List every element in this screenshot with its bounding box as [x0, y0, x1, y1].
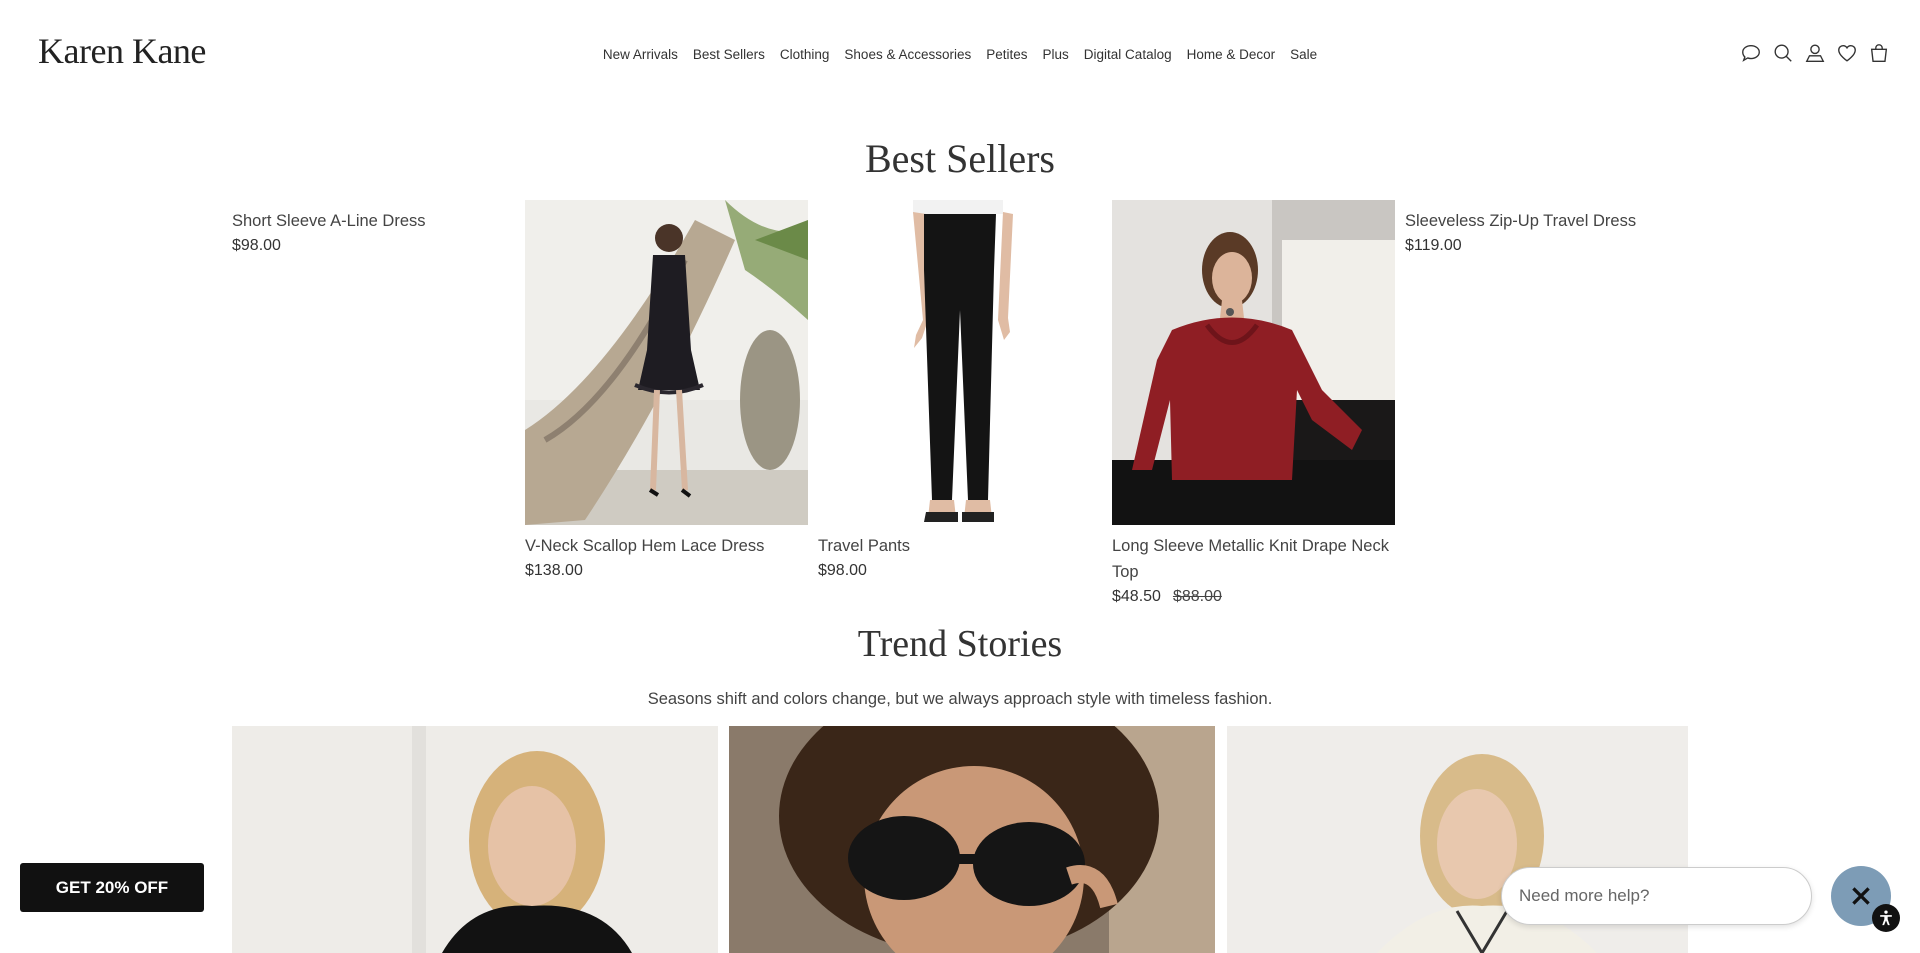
nav-sale[interactable]: Sale: [1283, 47, 1325, 62]
product-card[interactable]: Travel Pants $98.00: [818, 200, 1101, 580]
nav-new-arrivals[interactable]: New Arrivals: [595, 47, 685, 62]
product-card[interactable]: V-Neck Scallop Hem Lace Dress $138.00: [525, 200, 808, 580]
metallic-knit-top-photo: [1112, 200, 1395, 525]
account-icon[interactable]: [1804, 42, 1826, 64]
promo-discount-button[interactable]: GET 20% OFF: [20, 863, 204, 912]
header-icons: [1740, 42, 1890, 64]
trend-story-image[interactable]: [729, 726, 1215, 953]
site-header: Karen Kane New Arrivals Best Sellers Clo…: [0, 0, 1920, 110]
accessibility-button[interactable]: [1872, 904, 1900, 932]
nav-best-sellers[interactable]: Best Sellers: [685, 47, 772, 62]
sale-price: $48.50: [1112, 588, 1161, 605]
nav-digital-catalog[interactable]: Digital Catalog: [1076, 47, 1179, 62]
trend-story-image[interactable]: [232, 726, 718, 953]
trend-stories-title: Trend Stories: [857, 623, 1063, 665]
product-price: $98.00: [818, 562, 867, 579]
product-card[interactable]: Short Sleeve A-Line Dress $98.00: [232, 208, 515, 255]
product-name[interactable]: Short Sleeve A-Line Dress: [232, 208, 515, 234]
product-price: $119.00: [1405, 237, 1462, 254]
nav-clothing[interactable]: Clothing: [772, 47, 837, 62]
trend-photo-sunglasses: [729, 726, 1215, 953]
product-name[interactable]: Sleeveless Zip-Up Travel Dress: [1405, 208, 1688, 234]
main-nav: New Arrivals Best Sellers Clothing Shoes…: [0, 47, 1920, 62]
product-card[interactable]: Long Sleeve Metallic Knit Drape Neck Top…: [1112, 200, 1395, 606]
wishlist-heart-icon[interactable]: [1836, 42, 1858, 64]
original-price: $88.00: [1172, 588, 1222, 605]
chat-icon[interactable]: [1740, 42, 1762, 64]
product-price: $98.00: [232, 237, 281, 254]
product-price: $138.00: [525, 562, 583, 579]
product-image[interactable]: [525, 200, 808, 525]
close-icon: [1852, 887, 1870, 905]
accessibility-icon: [1880, 910, 1892, 926]
trend-stories-subtitle: Seasons shift and colors change, but we …: [647, 690, 1273, 708]
nav-plus[interactable]: Plus: [1035, 47, 1076, 62]
product-image[interactable]: [818, 200, 1101, 525]
help-chat-input[interactable]: Need more help?: [1501, 867, 1812, 925]
product-name[interactable]: Travel Pants: [818, 533, 1101, 559]
product-price: $48.50 $88.00: [1112, 588, 1395, 606]
product-name[interactable]: Long Sleeve Metallic Knit Drape Neck Top: [1112, 533, 1395, 585]
product-card[interactable]: Sleeveless Zip-Up Travel Dress $119.00: [1405, 208, 1688, 255]
shopping-bag-icon[interactable]: [1868, 42, 1890, 64]
nav-home-decor[interactable]: Home & Decor: [1179, 47, 1283, 62]
nav-petites[interactable]: Petites: [979, 47, 1035, 62]
nav-shoes-accessories[interactable]: Shoes & Accessories: [837, 47, 979, 62]
travel-pants-photo: [818, 200, 1101, 525]
search-icon[interactable]: [1772, 42, 1794, 64]
lace-dress-photo: [525, 200, 808, 525]
product-image[interactable]: [1112, 200, 1395, 525]
trend-photo-blonde-black-top: [232, 726, 718, 953]
product-name[interactable]: V-Neck Scallop Hem Lace Dress: [525, 533, 808, 559]
best-sellers-title: Best Sellers: [865, 136, 1055, 181]
